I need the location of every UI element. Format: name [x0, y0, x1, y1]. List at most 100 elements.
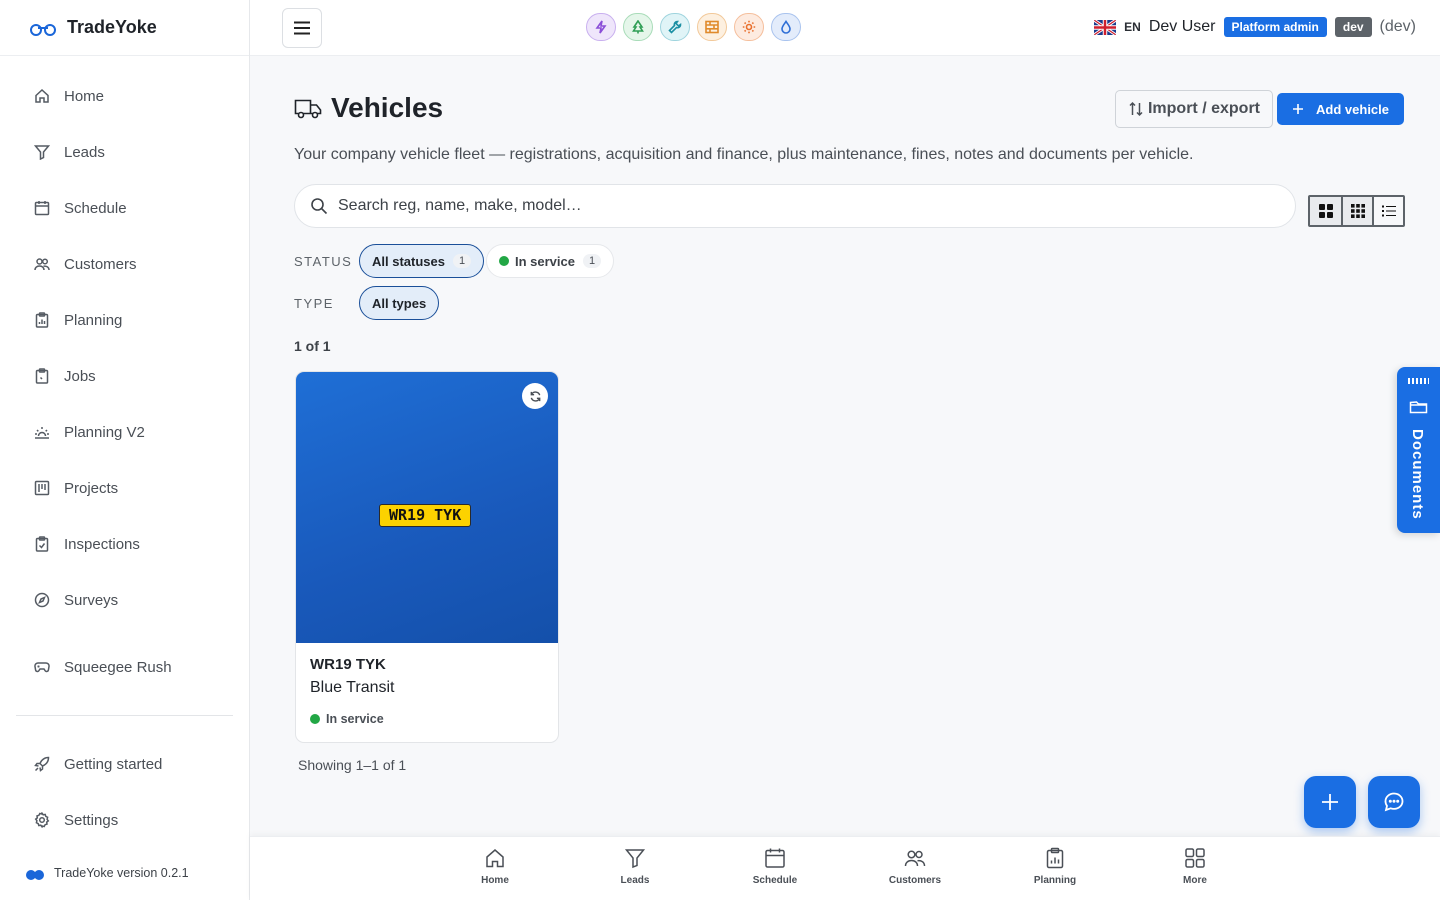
trade-cleaning-button[interactable] — [771, 13, 801, 41]
large-grid-icon — [1318, 204, 1333, 218]
trade-building-button[interactable] — [697, 13, 727, 41]
top-bar: EN Dev User Platform admin dev (dev) — [250, 0, 1440, 56]
trade-plumbing-button[interactable] — [660, 13, 690, 41]
brand-name: TradeYoke — [67, 17, 157, 37]
sidebar-item-jobs[interactable]: Jobs — [0, 348, 249, 404]
sun-icon — [742, 20, 756, 34]
sidebar-item-planning-v2[interactable]: Planning V2 — [0, 404, 249, 460]
chat-button[interactable] — [1368, 776, 1420, 828]
bottom-nav-planning[interactable]: Planning — [1015, 847, 1095, 886]
sidebar-item-planning[interactable]: Planning — [0, 292, 249, 348]
vehicle-name: Blue Transit — [310, 679, 395, 696]
sidebar-item-inspections[interactable]: Inspections — [0, 516, 249, 572]
drag-handle-icon[interactable] — [1408, 378, 1429, 384]
sidebar-item-home[interactable]: Home — [0, 68, 249, 124]
chip-label: In service — [515, 253, 575, 269]
pagination-summary: Showing 1–1 of 1 — [298, 757, 407, 773]
home-icon — [35, 88, 49, 103]
sidebar-item-label: Projects — [64, 479, 119, 497]
add-vehicle-label: Add vehicle — [1316, 101, 1389, 117]
add-vehicle-button[interactable]: Add vehicle — [1277, 93, 1404, 125]
sidebar-item-label: Planning V2 — [64, 423, 145, 441]
quick-add-button[interactable] — [1304, 776, 1356, 828]
vehicle-reg: WR19 TYK — [310, 656, 386, 673]
sidebar-item-squeegee-rush[interactable]: Squeegee Rush — [0, 639, 249, 695]
sidebar-item-label: Settings — [64, 811, 119, 829]
status-chip-in-service[interactable]: In service 1 — [486, 244, 615, 278]
sidebar-bottom-nav: Getting started Settings — [0, 736, 249, 848]
documents-drawer-tab[interactable]: Documents — [1397, 367, 1440, 533]
bottom-nav-more[interactable]: More — [1155, 847, 1235, 886]
brand[interactable]: TradeYoke — [0, 0, 249, 56]
funnel-icon — [34, 145, 50, 160]
sidebar: TradeYoke Home Leads Schedule Customers … — [0, 0, 250, 900]
bottom-nav-label: Schedule — [752, 875, 798, 886]
sidebar-item-label: Leads — [64, 143, 105, 161]
status-dot-icon — [310, 714, 320, 724]
sidebar-item-label: Customers — [64, 255, 137, 273]
chip-count: 1 — [452, 254, 472, 268]
status-filter-label: STATUS — [294, 254, 353, 269]
sidebar-item-getting-started[interactable]: Getting started — [0, 736, 249, 792]
clipboard-chart-icon — [1046, 847, 1064, 869]
import-export-label: Import / export — [1147, 100, 1260, 117]
bottom-nav-label: Home — [481, 875, 509, 886]
bottom-nav-customers[interactable]: Customers — [875, 847, 955, 886]
trade-solar-button[interactable] — [734, 13, 764, 41]
clipboard-chart-icon — [35, 312, 49, 328]
sidebar-item-settings[interactable]: Settings — [0, 792, 249, 848]
wrench-icon — [668, 20, 682, 34]
bottom-nav-label: Customers — [888, 875, 942, 886]
bottom-nav-schedule[interactable]: Schedule — [735, 847, 815, 886]
sidebar-item-schedule[interactable]: Schedule — [0, 180, 249, 236]
trade-electrical-button[interactable] — [586, 13, 616, 41]
compass-icon — [34, 592, 50, 608]
sidebar-item-surveys[interactable]: Surveys — [0, 572, 249, 628]
view-large-grid-button[interactable] — [1310, 197, 1341, 225]
bottom-nav-leads[interactable]: Leads — [595, 847, 675, 886]
view-small-grid-button[interactable] — [1341, 197, 1372, 225]
trade-landscaping-button[interactable] — [623, 13, 653, 41]
chip-count: 1 — [583, 254, 602, 268]
search-input[interactable] — [338, 197, 1238, 215]
kanban-icon — [34, 480, 50, 496]
bottom-nav-label: Leads — [620, 875, 650, 886]
menu-toggle-button[interactable] — [282, 8, 322, 48]
tree-icon — [632, 20, 644, 34]
bottom-nav-label: Planning — [1033, 875, 1077, 886]
user-area: EN Dev User Platform admin dev (dev) — [1094, 17, 1416, 37]
funnel-icon — [624, 849, 646, 869]
type-filter-label: TYPE — [294, 296, 334, 311]
user-name[interactable]: Dev User — [1149, 18, 1216, 36]
view-toggle — [1308, 195, 1405, 227]
uk-flag-icon[interactable] — [1094, 19, 1117, 35]
bottom-nav-home[interactable]: Home — [455, 847, 535, 886]
sort-arrows-icon — [1129, 101, 1143, 117]
sidebar-item-leads[interactable]: Leads — [0, 124, 249, 180]
calendar-icon — [34, 201, 50, 216]
env-badge: dev — [1334, 17, 1372, 37]
bottom-nav-label: More — [1183, 875, 1207, 886]
view-list-button[interactable] — [1372, 197, 1403, 225]
sidebar-item-customers[interactable]: Customers — [0, 236, 249, 292]
sidebar-divider — [16, 715, 233, 716]
gamepad-icon — [34, 662, 50, 673]
hamburger-icon — [294, 21, 310, 35]
type-chip-all[interactable]: All types — [359, 286, 440, 320]
page-subtitle: Your company vehicle fleet — registratio… — [294, 146, 1194, 163]
status-chip-all[interactable]: All statuses 1 — [359, 244, 485, 278]
env-label: (dev) — [1379, 18, 1416, 35]
page-header: Vehicles — [294, 92, 443, 124]
documents-label: Documents — [1409, 429, 1426, 520]
refresh-icon — [530, 390, 540, 402]
grid-icon — [1185, 848, 1205, 868]
import-export-button[interactable]: Import / export — [1114, 90, 1273, 128]
language-code[interactable]: EN — [1124, 20, 1141, 34]
sidebar-item-projects[interactable]: Projects — [0, 460, 249, 516]
vehicle-card[interactable]: WR19 TYK WR19 TYK Blue Transit In servic… — [295, 371, 559, 743]
sync-button[interactable] — [522, 383, 548, 409]
version-text: TradeYoke version 0.2.1 — [54, 866, 189, 880]
sidebar-item-label: Inspections — [64, 535, 140, 553]
brick-icon — [705, 20, 719, 34]
page-title: Vehicles — [331, 92, 444, 123]
